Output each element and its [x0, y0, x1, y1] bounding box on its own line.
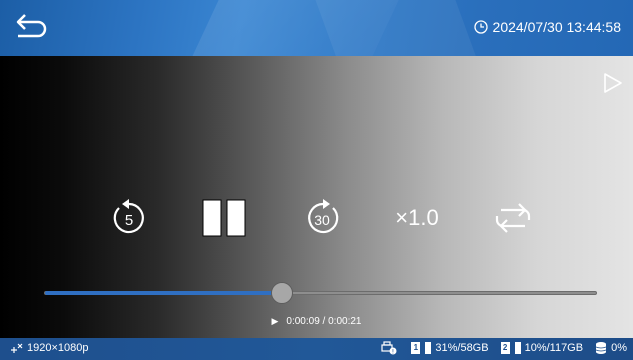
rewind-icon: 5 — [113, 199, 144, 234]
output-icon — [11, 343, 23, 353]
total-time: 0:00:21 — [328, 316, 362, 327]
forward-icon: 30 — [308, 199, 339, 234]
sd-card-icon — [514, 342, 521, 354]
card1-usage: 31%/58GB — [435, 342, 489, 354]
top-bar: 2024/07/30 13:44:58 — [0, 0, 633, 56]
resolution-indicator: 1920×1080p — [10, 342, 88, 354]
play-indicator-icon: ▶ — [271, 316, 279, 326]
datetime-text: 2024/07/30 13:44:58 — [492, 19, 621, 35]
svg-text:!: ! — [392, 349, 394, 356]
loop-button[interactable] — [491, 196, 535, 240]
play-outline-icon — [604, 73, 622, 93]
loop-icon — [495, 203, 531, 233]
clock-icon — [473, 20, 488, 34]
card2-badge: 2 — [500, 342, 510, 354]
resolution-text: 1920×1080p — [27, 342, 89, 354]
back-button[interactable] — [14, 12, 48, 42]
rewind-seconds: 5 — [125, 212, 133, 229]
playback-controls: 5 30 ×1.0 — [0, 196, 633, 240]
play-side-button[interactable] — [603, 72, 623, 94]
sd-card-icon — [425, 342, 432, 354]
pause-button[interactable] — [201, 196, 247, 240]
datetime-display: 2024/07/30 13:44:58 — [473, 19, 621, 35]
pause-icon — [202, 199, 246, 237]
progress-fill — [45, 291, 282, 295]
printer-warning-icon: ! — [381, 341, 397, 355]
back-arrow-icon — [16, 14, 47, 38]
time-display: ▶ 0:00:09 / 0:00:21 — [0, 316, 633, 327]
forward-seconds: 30 — [314, 212, 330, 228]
speed-button[interactable]: ×1.0 — [385, 196, 449, 240]
current-time: 0:00:09 — [286, 316, 320, 327]
card1-badge: 1 — [411, 342, 421, 354]
time-separator: / — [319, 316, 329, 327]
storage-stats: ! 1 31%/58GB 2 10%/117GB 0% — [381, 341, 627, 355]
storage-drive-icon — [595, 342, 607, 354]
status-bar: 1920×1080p ! 1 31%/58GB 2 10%/117GB 0% — [0, 338, 633, 360]
forward-button[interactable]: 30 — [299, 196, 345, 240]
video-area[interactable]: 5 30 ×1.0 ▶ 0:00:09 / 0:00:21 — [0, 56, 633, 338]
rewind-button[interactable]: 5 — [107, 196, 151, 240]
progress-knob[interactable] — [270, 282, 293, 304]
card2-usage: 10%/117GB — [524, 342, 584, 354]
progress-track[interactable] — [44, 282, 597, 304]
storage-usage: 0% — [611, 342, 627, 354]
